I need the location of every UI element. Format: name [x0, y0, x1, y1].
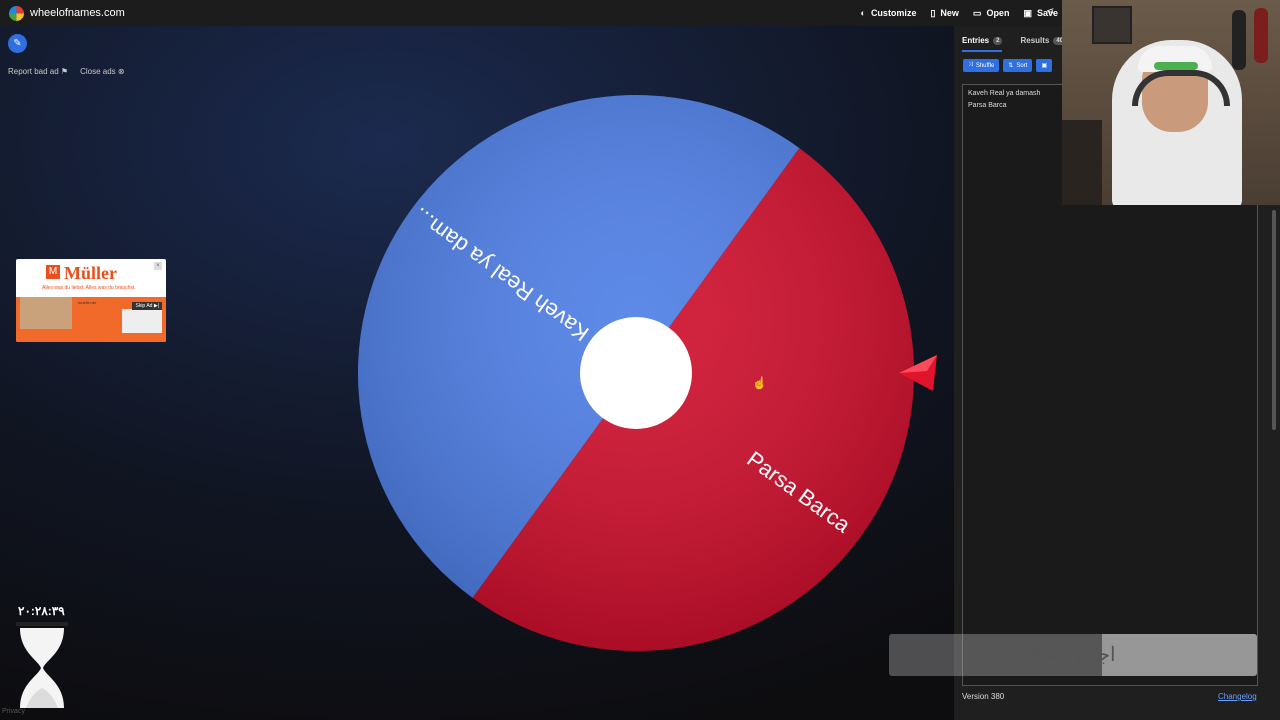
top-nav: ◐ Customize ▯ New ▭ Open ▣ Save	[861, 0, 1059, 26]
new-button[interactable]: ▯ New	[930, 8, 958, 19]
entries-count-badge: 2	[993, 36, 1003, 45]
palette-icon: ◐	[860, 8, 866, 18]
sort-icon: ⇅	[1008, 63, 1014, 69]
shuffle-button[interactable]: ⤨ Shuffle	[963, 59, 1000, 72]
guitar	[1254, 8, 1268, 63]
mouse-cursor-icon: ☝	[752, 376, 767, 390]
skip-ad-button[interactable]: Skip Ad ▶|	[132, 302, 162, 310]
entries-toolbar: ⤨ Shuffle ⇅ Sort ▣	[963, 59, 1053, 72]
privacy-link[interactable]: Privacy	[2, 708, 25, 715]
wheel-pointer-icon	[899, 355, 937, 391]
shuffle-icon: ⤨	[968, 62, 973, 68]
wall-frame	[1092, 6, 1132, 44]
ad-image-2	[122, 309, 162, 333]
active-tab-indicator	[962, 50, 1002, 52]
ad-image	[20, 297, 72, 329]
ad-links: Report bad ad ⚑ Close ads ⊗	[8, 67, 125, 76]
wheel-center[interactable]	[580, 317, 692, 429]
pencil-icon: ✎	[13, 38, 22, 49]
hourglass-icon	[16, 622, 68, 708]
timer-display: ٢٠:٢٨:٣٩	[18, 604, 65, 618]
image-icon: ▣	[1041, 63, 1048, 69]
guitar	[1232, 10, 1246, 70]
brand[interactable]: wheelofnames.com	[9, 5, 125, 21]
folder-icon: ▭	[972, 7, 982, 18]
mueller-m-logo-icon: M	[46, 265, 60, 279]
panel-tabs: Entries 2 Results 40	[962, 36, 1067, 45]
version-label: Version 380	[962, 692, 1005, 701]
share-icon[interactable]: ⋖	[1046, 6, 1054, 17]
tab-results[interactable]: Results 40	[1020, 36, 1067, 45]
progress-bar: اجاق 42%	[889, 634, 1257, 676]
site-name: wheelofnames.com	[30, 7, 125, 19]
edit-button[interactable]: ✎	[8, 34, 27, 53]
open-button[interactable]: ▭ Open	[973, 8, 1010, 19]
shelf	[1062, 120, 1102, 205]
floppy-icon: ▣	[1023, 7, 1032, 18]
add-image-button[interactable]: ▣	[1036, 59, 1053, 72]
progress-label: اجاق 42%	[1030, 644, 1116, 666]
close-ads-link[interactable]: Close ads ⊗	[80, 67, 125, 76]
wheel[interactable]: Kaveh Real ya dam... Parsa Barca	[356, 93, 916, 653]
ad-close-icon[interactable]: ×	[154, 262, 162, 270]
ad-brand: Müller	[64, 263, 117, 283]
ad-tagline: Alles was du liebst. Alles was du brauch…	[42, 285, 136, 291]
advertisement[interactable]: M Müller Alles was du liebst. Alles was …	[16, 259, 166, 342]
tab-entries[interactable]: Entries 2	[962, 36, 1003, 45]
cap-band	[1154, 62, 1198, 70]
file-icon: ▯	[930, 7, 936, 18]
webcam-overlay	[1062, 0, 1280, 205]
customize-button[interactable]: ◐ Customize	[861, 8, 917, 18]
report-bad-ad-link[interactable]: Report bad ad ⚑	[8, 67, 68, 76]
ad-url: mueller.de	[78, 300, 97, 305]
scrollbar[interactable]	[1272, 210, 1276, 430]
wheel-logo-icon	[9, 5, 24, 21]
changelog-link[interactable]: Changelog	[1218, 692, 1257, 701]
sort-button[interactable]: ⇅ Sort	[1003, 59, 1033, 72]
